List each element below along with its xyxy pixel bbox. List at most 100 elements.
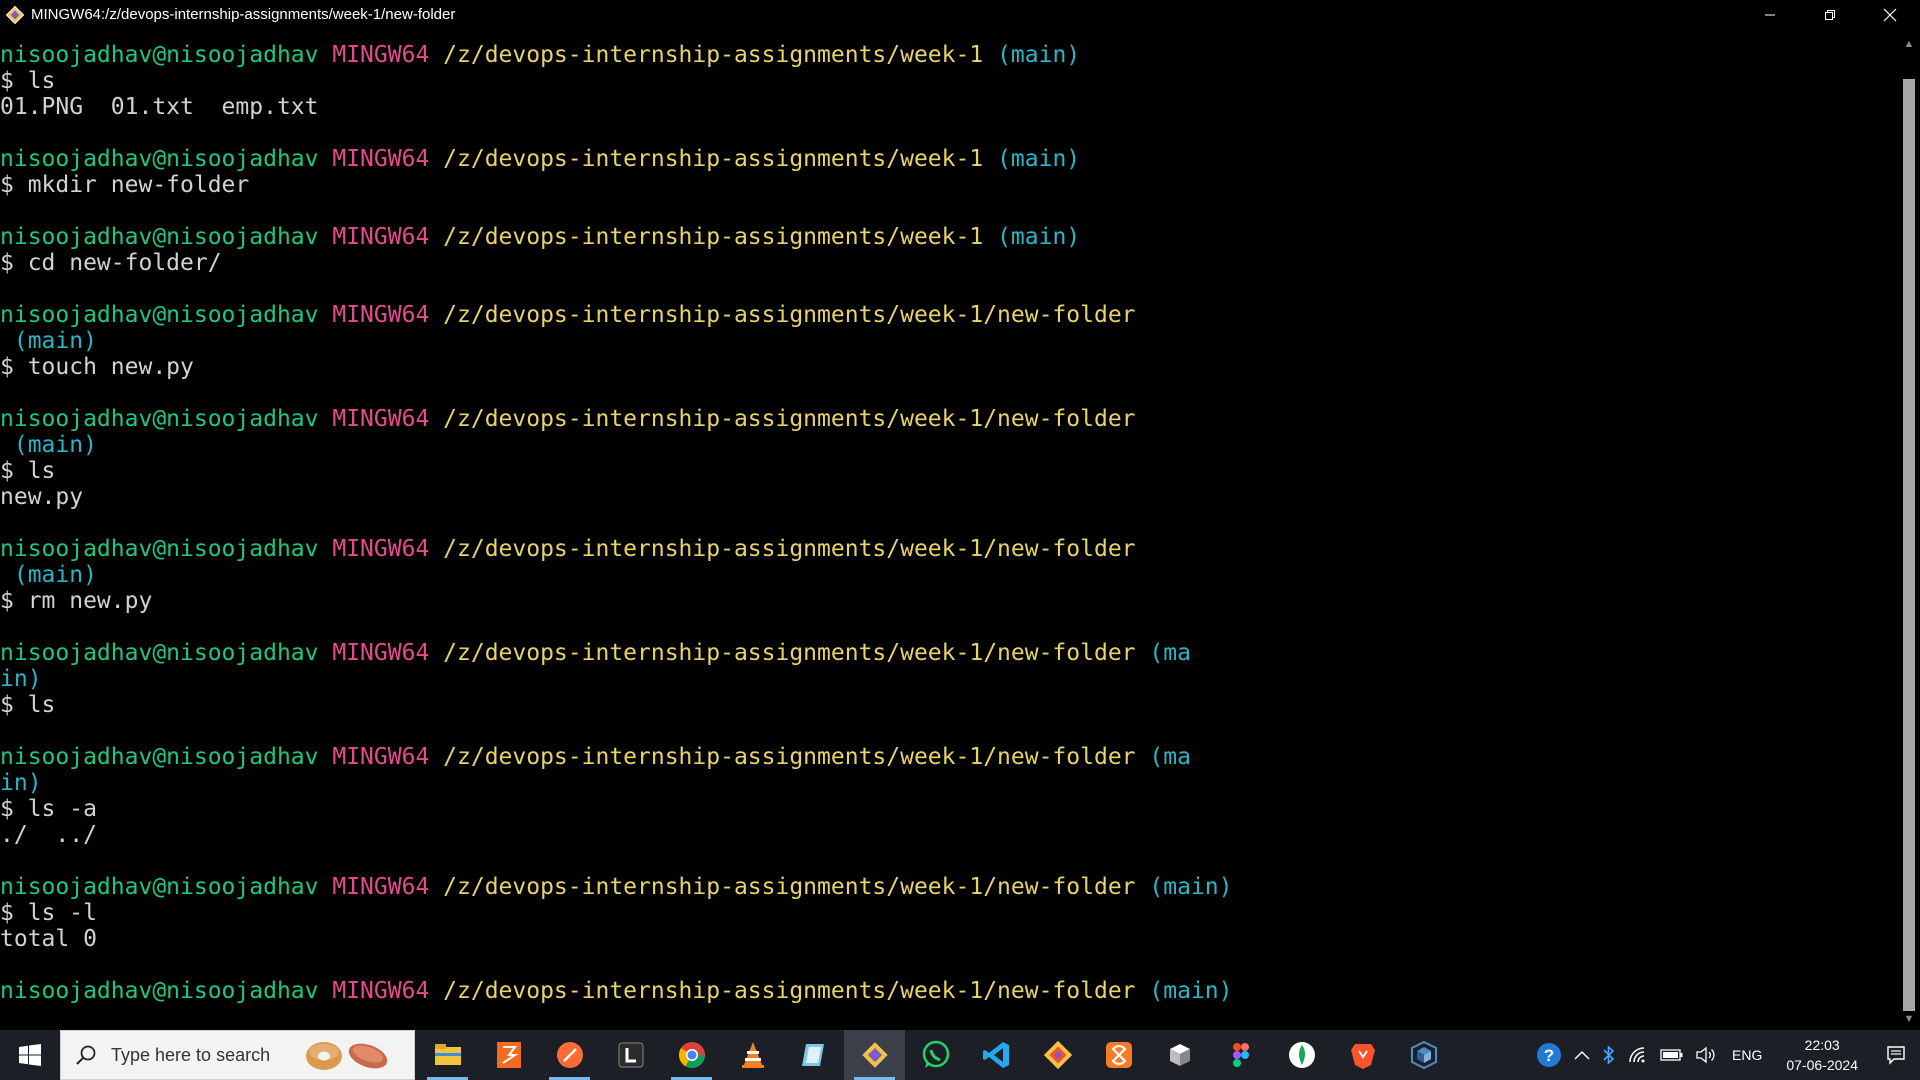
terminal-text: MINGW64	[332, 874, 430, 900]
terminal-text: /z/devops-internship-assignments/week-1/…	[443, 406, 1136, 432]
git-bash-app-icon	[6, 5, 24, 24]
search-icon	[76, 1045, 96, 1065]
lens-icon	[618, 1042, 643, 1068]
restore-icon	[1825, 9, 1835, 20]
taskbar-app-notepad-button[interactable]	[783, 1030, 844, 1080]
taskbar-app-xampp-button[interactable]	[1088, 1030, 1149, 1080]
taskbar-app-brave-button[interactable]	[1332, 1030, 1393, 1080]
taskbar-search-box[interactable]: Type here to search	[60, 1030, 415, 1080]
search-highlight-bagel-icon	[306, 1042, 388, 1070]
minimize-button[interactable]	[1740, 0, 1800, 29]
git-bash-icon	[861, 1042, 888, 1068]
wifi-icon[interactable]	[1622, 1030, 1654, 1080]
close-button[interactable]	[1860, 0, 1920, 29]
terminal-text: nisoojadhav@nisoojadhav	[0, 406, 319, 432]
terminal-text: nisoojadhav@nisoojadhav	[0, 978, 319, 1004]
show-hidden-icons-chevron-icon[interactable]	[1568, 1030, 1596, 1080]
bluetooth-icon[interactable]	[1596, 1030, 1622, 1080]
terminal-text: MINGW64	[332, 978, 430, 1004]
terminal-text: nisoojadhav@nisoojadhav	[0, 302, 319, 328]
terminal-text: nisoojadhav@nisoojadhav	[0, 536, 319, 562]
terminal-line: $ ls	[0, 692, 1896, 718]
terminal-text: $ ls	[0, 692, 56, 718]
terminal-text: total 0	[0, 926, 97, 952]
taskbar-app-file-explorer-button[interactable]	[417, 1030, 478, 1080]
notification-center-button[interactable]	[1872, 1030, 1920, 1080]
terminal-line: nisoojadhav@nisoojadhav MINGW64 /z/devop…	[0, 744, 1896, 770]
terminal-text: MINGW64	[332, 640, 430, 666]
terminal-text: MINGW64	[332, 224, 430, 250]
terminal-text: $ cd new-folder/	[0, 250, 222, 276]
taskbar-app-git-bash-button[interactable]	[844, 1030, 905, 1080]
taskbar-app-chrome-button[interactable]	[661, 1030, 722, 1080]
taskbar-app-vlc-button[interactable]	[722, 1030, 783, 1080]
terminal-line: $ rm new.py	[0, 588, 1896, 614]
terminal-text: $ mkdir new-folder	[0, 172, 250, 198]
scroll-up-arrow-icon[interactable]: ▲	[1898, 33, 1920, 55]
terminal-text: $ ls	[0, 68, 56, 94]
git-icon	[1043, 1040, 1072, 1070]
terminal-text: new.py	[0, 484, 84, 510]
taskbar-app-lens-button[interactable]	[600, 1030, 661, 1080]
terminal-line: $ ls	[0, 68, 1896, 94]
taskbar-app-pdf-reader-button[interactable]	[478, 1030, 539, 1080]
virtualbox-cube-icon	[1169, 1044, 1190, 1066]
vertical-scrollbar[interactable]: ▲ ▼	[1898, 29, 1920, 1030]
terminal-text: nisoojadhav@nisoojadhav	[0, 42, 319, 68]
terminal-output[interactable]: nisoojadhav@nisoojadhav MINGW64 /z/devop…	[0, 42, 1896, 1030]
taskbar-app-virtualbox-cube-button[interactable]	[1149, 1030, 1210, 1080]
scroll-down-arrow-icon[interactable]: ▼	[1898, 1008, 1920, 1030]
terminal-line: $ cd new-folder/	[0, 250, 1896, 276]
virtualbox-icon	[1410, 1040, 1437, 1070]
battery-icon[interactable]	[1654, 1030, 1690, 1080]
terminal-line: ./ ../	[0, 822, 1896, 848]
volume-icon[interactable]	[1690, 1030, 1722, 1080]
input-language[interactable]: ENG	[1722, 1047, 1772, 1063]
terminal-text: (main)	[0, 432, 97, 458]
pdf-reader-icon	[496, 1042, 521, 1068]
terminal-text: MINGW64	[332, 146, 430, 172]
mongodb-compass-icon	[1288, 1042, 1315, 1068]
terminal-line: in)	[0, 666, 1896, 692]
terminal-text: (main)	[0, 328, 97, 354]
taskbar-app-mongodb-compass-button[interactable]	[1271, 1030, 1332, 1080]
restore-button[interactable]	[1800, 0, 1860, 29]
help-icon[interactable]: ?	[1530, 1030, 1568, 1080]
terminal-line: (main)	[0, 562, 1896, 588]
terminal-text: /z/devops-internship-assignments/week-1	[443, 42, 984, 68]
taskbar-app-vscode-button[interactable]	[966, 1030, 1027, 1080]
terminal-text: $ ls -l	[0, 900, 97, 926]
taskbar-app-whatsapp-button[interactable]	[905, 1030, 966, 1080]
taskbar-app-postman-button[interactable]	[539, 1030, 600, 1080]
terminal-text: MINGW64	[332, 536, 430, 562]
taskbar-app-virtualbox-button[interactable]	[1393, 1030, 1454, 1080]
scroll-thumb[interactable]	[1903, 79, 1915, 1011]
terminal-text: nisoojadhav@nisoojadhav	[0, 640, 319, 666]
terminal-text: (main)	[0, 562, 97, 588]
terminal-text: (main)	[997, 146, 1081, 172]
clock[interactable]: 22:03 07-06-2024	[1772, 1035, 1872, 1075]
terminal-line: new.py	[0, 484, 1896, 510]
terminal-text: /z/devops-internship-assignments/week-1/…	[443, 640, 1136, 666]
terminal-text: nisoojadhav@nisoojadhav	[0, 146, 319, 172]
taskbar-app-figma-button[interactable]	[1210, 1030, 1271, 1080]
terminal-line: $ ls -l	[0, 900, 1896, 926]
postman-icon	[556, 1042, 583, 1068]
clock-time: 22:03	[1804, 1037, 1840, 1053]
taskbar-app-git-button[interactable]	[1027, 1030, 1088, 1080]
terminal-line: (main)	[0, 432, 1896, 458]
start-button[interactable]	[0, 1030, 60, 1080]
chrome-icon	[678, 1042, 705, 1069]
